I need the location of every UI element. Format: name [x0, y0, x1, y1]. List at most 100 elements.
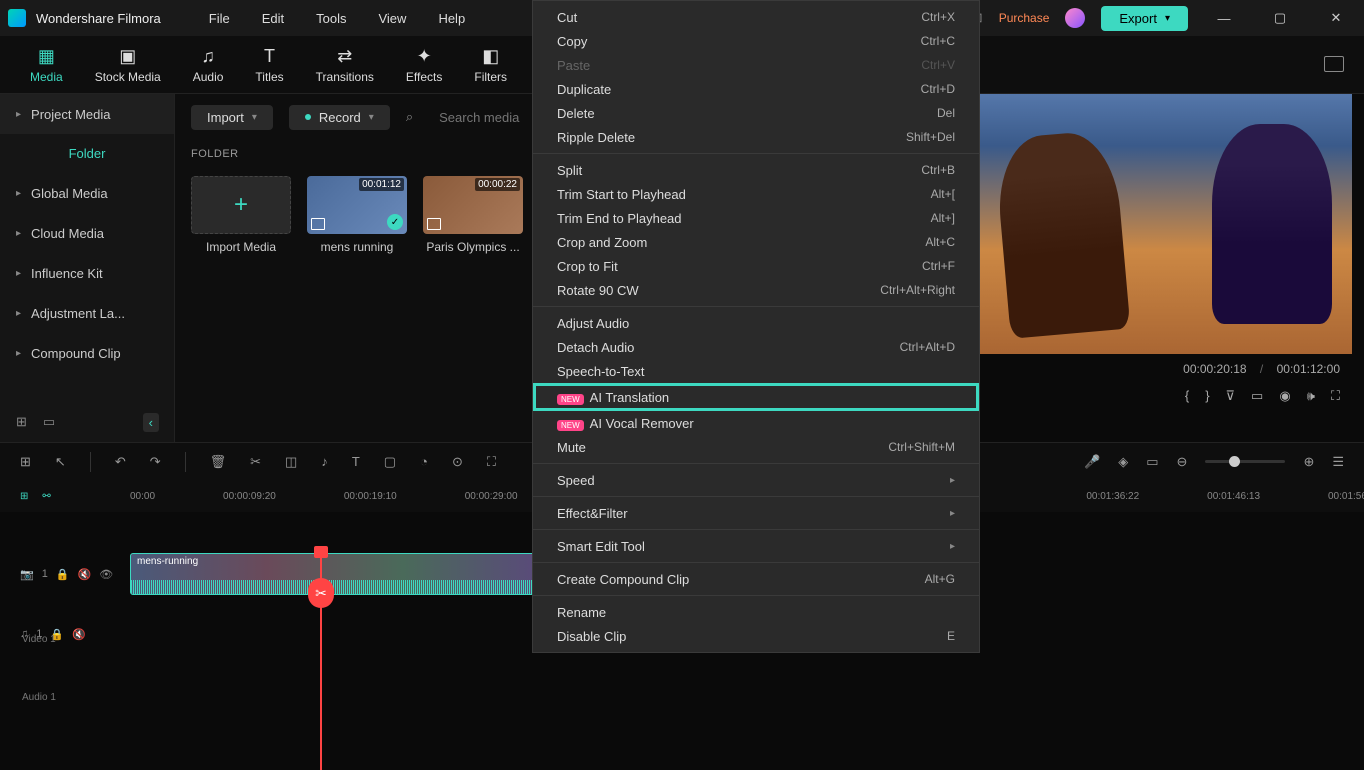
lock-icon[interactable]: 🔒 — [56, 568, 70, 581]
media-clip[interactable]: 00:00:22 Paris Olympics ... — [423, 176, 523, 254]
collapse-icon[interactable]: ‹ — [143, 413, 159, 432]
timer-icon[interactable]: ⊙ — [452, 454, 463, 470]
mute-icon[interactable]: 🔇 — [78, 568, 92, 581]
music-icon[interactable]: ♪ — [321, 454, 328, 469]
video-icon[interactable]: 📷 — [20, 568, 34, 581]
ctx-ai-vocal-remover[interactable]: NEWAI Vocal Remover — [533, 411, 979, 435]
media-clip[interactable]: 00:01:12✓ mens running — [307, 176, 407, 254]
shortcut: Ctrl+Shift+M — [888, 440, 955, 454]
sidebar-item-cloud-media[interactable]: ▸Cloud Media — [0, 213, 174, 253]
brace-close-icon[interactable]: } — [1205, 388, 1209, 404]
ctx-create-compound-clip[interactable]: Create Compound ClipAlt+G — [533, 567, 979, 591]
zoom-out-icon[interactable]: ⊖ — [1177, 454, 1188, 470]
sidebar-item-global-media[interactable]: ▸Global Media — [0, 173, 174, 213]
display-icon[interactable]: ▭ — [1251, 388, 1263, 404]
ctx-crop-and-zoom[interactable]: Crop and ZoomAlt+C — [533, 230, 979, 254]
cut-icon[interactable]: ✂ — [250, 454, 261, 470]
link-icon[interactable]: ⚯ — [42, 491, 50, 502]
ctx-trim-start-to-playhead[interactable]: Trim Start to PlayheadAlt+[ — [533, 182, 979, 206]
folder-label[interactable]: Folder — [0, 134, 174, 173]
zoom-slider[interactable] — [1205, 460, 1285, 463]
ctx-duplicate[interactable]: DuplicateCtrl+D — [533, 77, 979, 101]
ctx-adjust-audio[interactable]: Adjust Audio — [533, 311, 979, 335]
chevron-down-icon: ▾ — [252, 112, 257, 123]
import-button[interactable]: Import▾ — [191, 105, 273, 130]
import-media-card[interactable]: + Import Media — [191, 176, 291, 254]
tab-audio[interactable]: ♫Audio — [193, 46, 224, 84]
ctx-copy[interactable]: CopyCtrl+C — [533, 29, 979, 53]
volume-icon[interactable]: 🕪 — [1307, 388, 1315, 404]
record-button[interactable]: Record▾ — [289, 105, 390, 130]
shortcut: Alt+[ — [931, 187, 955, 201]
zoom-in-icon[interactable]: ⊕ — [1303, 454, 1314, 470]
fullscreen-icon[interactable]: ⛶ — [1331, 388, 1340, 404]
camera-icon[interactable]: ◉ — [1279, 388, 1290, 404]
expand-icon[interactable]: ⛶ — [487, 454, 496, 470]
new-folder-icon[interactable]: ⊞ — [16, 414, 27, 430]
ctx-smart-edit-tool[interactable]: Smart Edit Tool — [533, 534, 979, 558]
menu-file[interactable]: File — [195, 7, 244, 30]
pointer-icon[interactable]: ↖ — [55, 454, 66, 470]
brace-open-icon[interactable]: { — [1185, 388, 1189, 404]
chevron-right-icon: ▸ — [16, 308, 21, 319]
sidebar-item-project-media[interactable]: ▸Project Media — [0, 94, 174, 134]
cut-handle-icon[interactable]: ✂ — [308, 578, 334, 608]
ctx-detach-audio[interactable]: Detach AudioCtrl+Alt+D — [533, 335, 979, 359]
user-avatar-icon[interactable] — [1065, 8, 1085, 28]
ctx-delete[interactable]: DeleteDel — [533, 101, 979, 125]
sidebar-item-compound-clip[interactable]: ▸Compound Clip — [0, 333, 174, 373]
minimize-button[interactable]: — — [1204, 0, 1244, 36]
preview-video[interactable] — [962, 94, 1352, 354]
tab-filters[interactable]: ◧Filters — [474, 46, 507, 84]
delete-icon[interactable]: 🗑 — [210, 454, 227, 470]
export-button[interactable]: Export▾ — [1101, 6, 1188, 31]
ctx-trim-end-to-playhead[interactable]: Trim End to PlayheadAlt+] — [533, 206, 979, 230]
ctx-split[interactable]: SplitCtrl+B — [533, 158, 979, 182]
close-button[interactable]: ✕ — [1316, 0, 1356, 36]
ctx-effect-filter[interactable]: Effect&Filter — [533, 501, 979, 525]
ctx-speed[interactable]: Speed — [533, 468, 979, 492]
menu-help[interactable]: Help — [424, 7, 479, 30]
tab-stock-media[interactable]: ▣Stock Media — [95, 46, 161, 84]
video-clip[interactable]: mens-running — [130, 553, 540, 595]
ctx-rotate-90-cw[interactable]: Rotate 90 CWCtrl+Alt+Right — [533, 278, 979, 302]
sidebar-item-influence-kit[interactable]: ▸Influence Kit — [0, 253, 174, 293]
titles-icon: T — [259, 46, 281, 68]
marker2-icon[interactable]: ◈ — [1118, 454, 1128, 470]
menu-edit[interactable]: Edit — [248, 7, 298, 30]
marker-icon[interactable]: ⊽ — [1226, 388, 1236, 404]
ctx-mute[interactable]: MuteCtrl+Shift+M — [533, 435, 979, 459]
text-icon[interactable]: T — [352, 454, 360, 469]
ctx-disable-clip[interactable]: Disable ClipE — [533, 624, 979, 648]
frame-icon[interactable]: ▢ — [384, 454, 396, 470]
purchase-link[interactable]: Purchase — [999, 11, 1050, 25]
tab-titles[interactable]: TTitles — [255, 46, 283, 84]
undo-icon[interactable]: ↶ — [115, 454, 126, 470]
tab-transitions[interactable]: ⇄Transitions — [316, 46, 374, 84]
grid-icon[interactable]: ⊞ — [20, 454, 31, 470]
ctx-ai-translation[interactable]: NEWAI Translation — [533, 383, 979, 411]
menu-view[interactable]: View — [364, 7, 420, 30]
tab-effects[interactable]: ✦Effects — [406, 46, 442, 84]
snapshot-icon[interactable] — [1324, 56, 1344, 72]
menu-tools[interactable]: Tools — [302, 7, 360, 30]
ctx-speech-to-text[interactable]: Speech-to-Text — [533, 359, 979, 383]
mute-icon[interactable]: 🔇 — [72, 628, 86, 641]
crop-icon[interactable]: ◫ — [285, 454, 297, 470]
tab-media[interactable]: ▦Media — [30, 46, 63, 84]
folder-icon[interactable]: ▭ — [43, 414, 55, 430]
view-icon[interactable]: ☰ — [1332, 454, 1344, 470]
track-add-icon[interactable]: ⊞ — [20, 491, 28, 502]
eye-icon[interactable]: 👁 — [99, 568, 113, 581]
ctx-cut[interactable]: CutCtrl+X — [533, 5, 979, 29]
ctx-rename[interactable]: Rename — [533, 600, 979, 624]
ctx-crop-to-fit[interactable]: Crop to FitCtrl+F — [533, 254, 979, 278]
speed-icon[interactable]: ◔ — [420, 454, 428, 469]
ratio-icon[interactable]: ▭ — [1146, 454, 1158, 470]
ctx-ripple-delete[interactable]: Ripple DeleteShift+Del — [533, 125, 979, 149]
redo-icon[interactable]: ↷ — [150, 454, 161, 470]
sidebar-item-adjustment-layer[interactable]: ▸Adjustment La... — [0, 293, 174, 333]
app-name: Wondershare Filmora — [36, 11, 161, 26]
maximize-button[interactable]: ▢ — [1260, 0, 1300, 36]
mic-icon[interactable]: 🎤 — [1084, 454, 1100, 470]
